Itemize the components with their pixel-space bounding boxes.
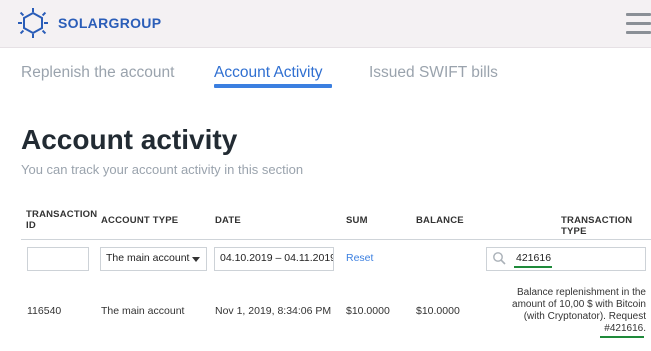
transaction-id-filter-input[interactable] xyxy=(27,247,89,271)
column-header-transaction-type: TRANSACTION TYPE xyxy=(561,215,633,237)
transaction-type-search-input[interactable] xyxy=(486,247,646,271)
search-value: 421616 xyxy=(516,252,552,264)
column-header-balance: BALANCE xyxy=(416,215,464,226)
row-balance: $10.0000 xyxy=(416,305,460,317)
search-value-underline xyxy=(514,266,552,268)
column-header-sum: SUM xyxy=(346,215,368,226)
row-transaction-id: 116540 xyxy=(27,305,62,317)
chevron-down-icon xyxy=(192,257,200,262)
row-sum: $10.0000 xyxy=(346,305,390,317)
account-type-select[interactable]: The main account xyxy=(100,247,207,271)
page-subtitle: You can track your account activity in t… xyxy=(21,162,304,177)
sun-logo-icon xyxy=(18,8,48,38)
column-header-account-type: ACCOUNT TYPE xyxy=(101,215,179,226)
column-header-transaction-id: TRANSACTION ID xyxy=(26,209,98,231)
request-number-underline xyxy=(600,336,644,338)
tab-swift-bills[interactable]: Issued SWIFT bills xyxy=(369,64,498,82)
top-bar: SOLARGROUP xyxy=(0,0,651,48)
row-account-type: The main account xyxy=(101,305,185,317)
page-title: Account activity xyxy=(21,124,238,155)
search-icon xyxy=(493,252,506,265)
account-type-selected-value: The main account xyxy=(106,252,190,264)
row-transaction-type: Balance replenishment in the amount of 1… xyxy=(512,287,646,334)
header-divider xyxy=(21,239,651,240)
column-header-date: DATE xyxy=(215,215,241,226)
brand-name: SOLARGROUP xyxy=(58,15,162,31)
tab-account-activity[interactable]: Account Activity xyxy=(214,64,323,82)
tab-replenish[interactable]: Replenish the account xyxy=(21,64,174,82)
hamburger-menu-icon[interactable] xyxy=(626,13,651,35)
reset-filters-link[interactable]: Reset xyxy=(346,252,373,264)
brand-logo[interactable]: SOLARGROUP xyxy=(18,8,161,38)
date-range-input[interactable]: 04.10.2019 – 04.11.2019 xyxy=(214,247,334,271)
active-tab-indicator xyxy=(214,84,332,88)
row-date: Nov 1, 2019, 8:34:06 PM xyxy=(215,305,332,317)
